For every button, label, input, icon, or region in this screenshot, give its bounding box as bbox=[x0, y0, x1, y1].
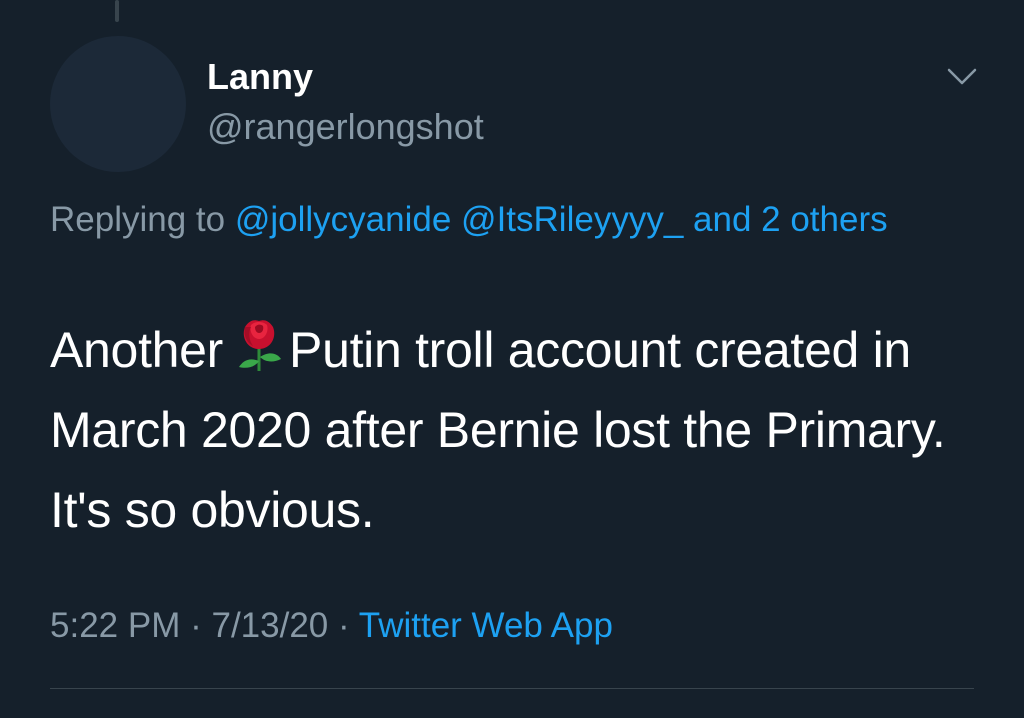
chevron-down-icon bbox=[947, 68, 977, 85]
mention-link[interactable]: @ItsRileyyyy_ bbox=[461, 200, 683, 239]
tweet-time: 5:22 PM bbox=[50, 606, 181, 645]
tweet-text-part: Another bbox=[50, 322, 224, 378]
tweet-text: Another Putin troll account created in M… bbox=[50, 310, 990, 550]
others-link[interactable]: and 2 others bbox=[693, 200, 888, 239]
thread-connector-line bbox=[115, 0, 119, 22]
tweet-date: 7/13/20 bbox=[211, 606, 329, 645]
avatar[interactable] bbox=[50, 36, 186, 172]
replying-to-prefix: Replying to bbox=[50, 200, 226, 239]
replying-to: Replying to @jollycyanide @ItsRileyyyy_ … bbox=[50, 192, 950, 248]
author-display-name[interactable]: Lanny bbox=[207, 56, 313, 98]
meta-separator: · bbox=[190, 606, 202, 645]
author-handle[interactable]: @rangerlongshot bbox=[207, 106, 484, 148]
tweet-meta: 5:22 PM · 7/13/20 · Twitter Web App bbox=[50, 606, 613, 646]
tweet-detail: Lanny @rangerlongshot Replying to @jolly… bbox=[0, 0, 1024, 718]
tweet-source-link[interactable]: Twitter Web App bbox=[359, 606, 613, 645]
rose-emoji-icon bbox=[239, 320, 282, 371]
meta-separator: · bbox=[338, 606, 350, 645]
divider bbox=[50, 688, 974, 689]
tweet-menu-button[interactable] bbox=[940, 60, 984, 96]
mention-link[interactable]: @jollycyanide bbox=[235, 200, 451, 239]
